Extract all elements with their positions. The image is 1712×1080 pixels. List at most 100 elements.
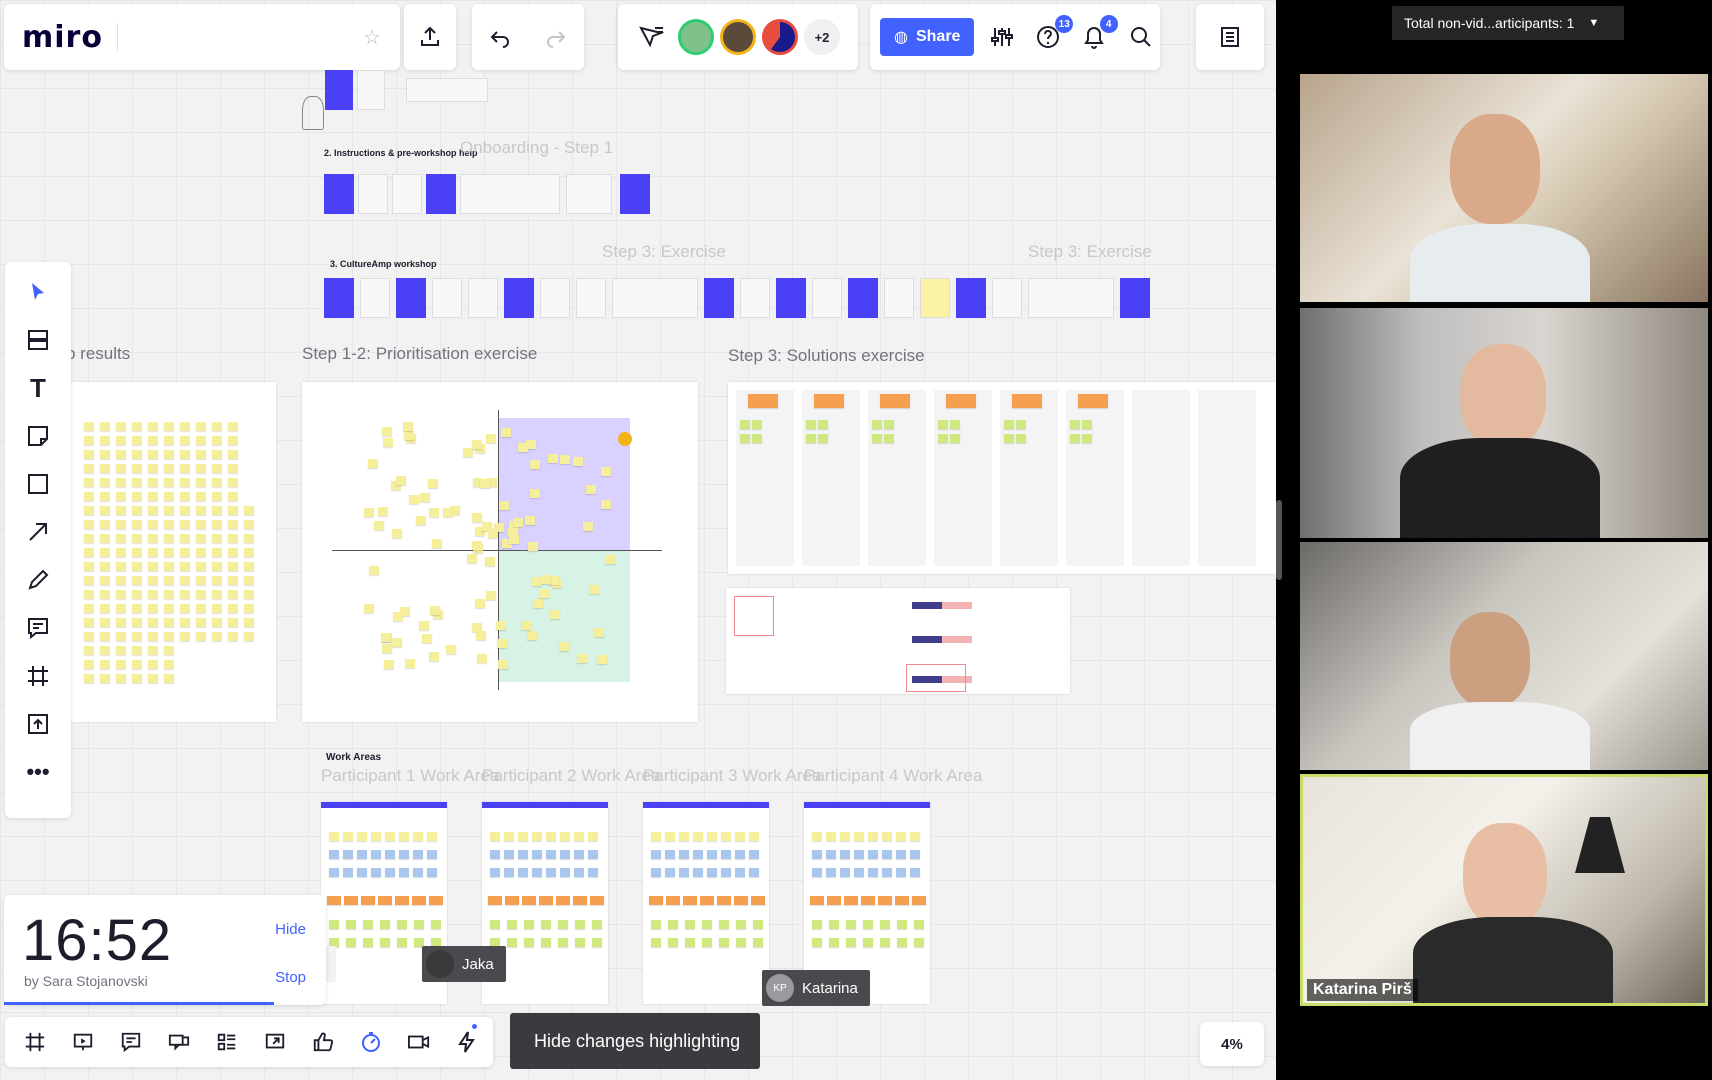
avatar[interactable] (678, 19, 714, 55)
mini-card[interactable] (620, 174, 650, 214)
select-cursor-icon[interactable] (16, 272, 60, 312)
sticky-note (558, 920, 568, 929)
lightning-icon[interactable] (447, 1022, 487, 1062)
avatar[interactable] (762, 19, 798, 55)
chat-icon[interactable] (159, 1022, 199, 1062)
sticky-note (404, 658, 415, 668)
comments-icon[interactable] (111, 1022, 151, 1062)
work-area-3[interactable] (643, 802, 769, 1004)
sticky-note (896, 832, 906, 841)
mini-doc[interactable] (392, 174, 422, 214)
sticky-note (132, 632, 142, 641)
more-collaborators-count[interactable]: +2 (804, 19, 840, 55)
settings-sliders-icon[interactable] (982, 17, 1020, 57)
cards-icon[interactable] (207, 1022, 247, 1062)
sticky-note (559, 454, 570, 464)
avatar[interactable] (720, 19, 756, 55)
sticky-note (872, 434, 882, 443)
cursor-avatar (426, 950, 454, 978)
mini-card[interactable] (324, 174, 354, 214)
upload-file-icon[interactable] (16, 704, 60, 744)
video-tile-1[interactable] (1300, 74, 1708, 302)
sticky-note (826, 850, 836, 859)
mini-doc[interactable] (358, 174, 388, 214)
text-icon[interactable]: T (16, 368, 60, 408)
sticky-note (529, 459, 540, 469)
pen-icon[interactable] (16, 560, 60, 600)
board-menu-icon[interactable] (1210, 17, 1250, 57)
hide-changes-button[interactable]: Hide changes highlighting (510, 1013, 760, 1069)
sticky-note (392, 528, 403, 538)
sticky-note (148, 674, 158, 683)
upload-icon[interactable] (410, 17, 450, 57)
participants-dropdown[interactable]: Total non-vid...articipants: 1 ▼ (1392, 6, 1624, 40)
miro-board[interactable]: miro ☆ +2 ◍ Share 13 4 2. Instructions &… (0, 0, 1276, 1080)
results-table[interactable] (726, 588, 1070, 694)
sticky-note (487, 528, 498, 538)
sticky-note (524, 938, 534, 947)
timer-hide-button[interactable]: Hide (275, 921, 306, 938)
zoom-level[interactable]: 4% (1200, 1022, 1264, 1066)
sticky-note (180, 506, 190, 515)
sticky-note (529, 489, 540, 499)
thumbs-up-icon[interactable] (303, 1022, 343, 1062)
sticky-note (826, 832, 836, 841)
sticky-note (116, 646, 126, 655)
sticky-note (212, 632, 222, 641)
results-frame[interactable] (70, 382, 276, 722)
frame-icon[interactable] (16, 656, 60, 696)
sticky-note (700, 896, 714, 905)
sticky-note (668, 938, 678, 947)
sticky-note (329, 850, 339, 859)
frames-icon[interactable] (15, 1022, 55, 1062)
presentation-icon[interactable] (63, 1022, 103, 1062)
mini-doc[interactable] (460, 174, 560, 214)
mini-doc[interactable] (357, 70, 385, 110)
connection-line-icon[interactable] (16, 512, 60, 552)
video-call-icon[interactable] (399, 1022, 439, 1062)
sticky-note-icon[interactable] (16, 416, 60, 456)
sticky-note (592, 938, 602, 947)
sticky-note (938, 434, 948, 443)
frame-label-instructions: 2. Instructions & pre-workshop help (324, 148, 478, 158)
mini-doc[interactable] (566, 174, 612, 214)
prioritisation-frame[interactable] (302, 382, 698, 722)
templates-icon[interactable] (16, 320, 60, 360)
video-tile-2[interactable] (1300, 308, 1708, 538)
shape-icon[interactable] (16, 464, 60, 504)
sticky-note (520, 621, 531, 631)
search-icon[interactable] (1122, 17, 1160, 57)
video-tile-4-active-speaker[interactable]: Katarina Pirš (1300, 774, 1708, 1006)
sticky-note (485, 434, 496, 444)
cursor-follow-icon[interactable] (632, 17, 672, 57)
help-icon[interactable]: 13 (1029, 15, 1074, 57)
bell-icon[interactable]: 4 (1075, 15, 1118, 57)
sticky-note (196, 590, 206, 599)
sticky-note (84, 534, 94, 543)
sticky-note (116, 478, 126, 487)
sticky-note (244, 618, 254, 627)
screen-share-icon[interactable] (255, 1022, 295, 1062)
mini-card[interactable] (426, 174, 456, 214)
timer-icon[interactable] (351, 1022, 391, 1062)
sticky-note (665, 850, 675, 859)
sticky-note (1078, 394, 1108, 408)
mini-card[interactable] (325, 70, 353, 110)
undo-icon[interactable] (480, 17, 520, 57)
bar (912, 636, 942, 643)
redo-icon[interactable] (536, 17, 576, 57)
collaborators-box: +2 (618, 4, 858, 70)
comment-icon[interactable] (16, 608, 60, 648)
mini-doc[interactable] (406, 78, 488, 102)
share-button[interactable]: ◍ Share (880, 18, 975, 56)
sticky-note (854, 868, 864, 877)
sticky-note (427, 868, 437, 877)
star-icon[interactable]: ☆ (352, 17, 392, 57)
video-tile-3[interactable] (1300, 542, 1708, 770)
timer-stop-button[interactable]: Stop (275, 969, 306, 986)
sticky-note (910, 868, 920, 877)
more-tools-icon[interactable]: ••• (16, 752, 60, 792)
sticky-note (882, 868, 892, 877)
panel-resize-handle[interactable] (1276, 500, 1282, 580)
solutions-frame[interactable] (728, 382, 1276, 574)
